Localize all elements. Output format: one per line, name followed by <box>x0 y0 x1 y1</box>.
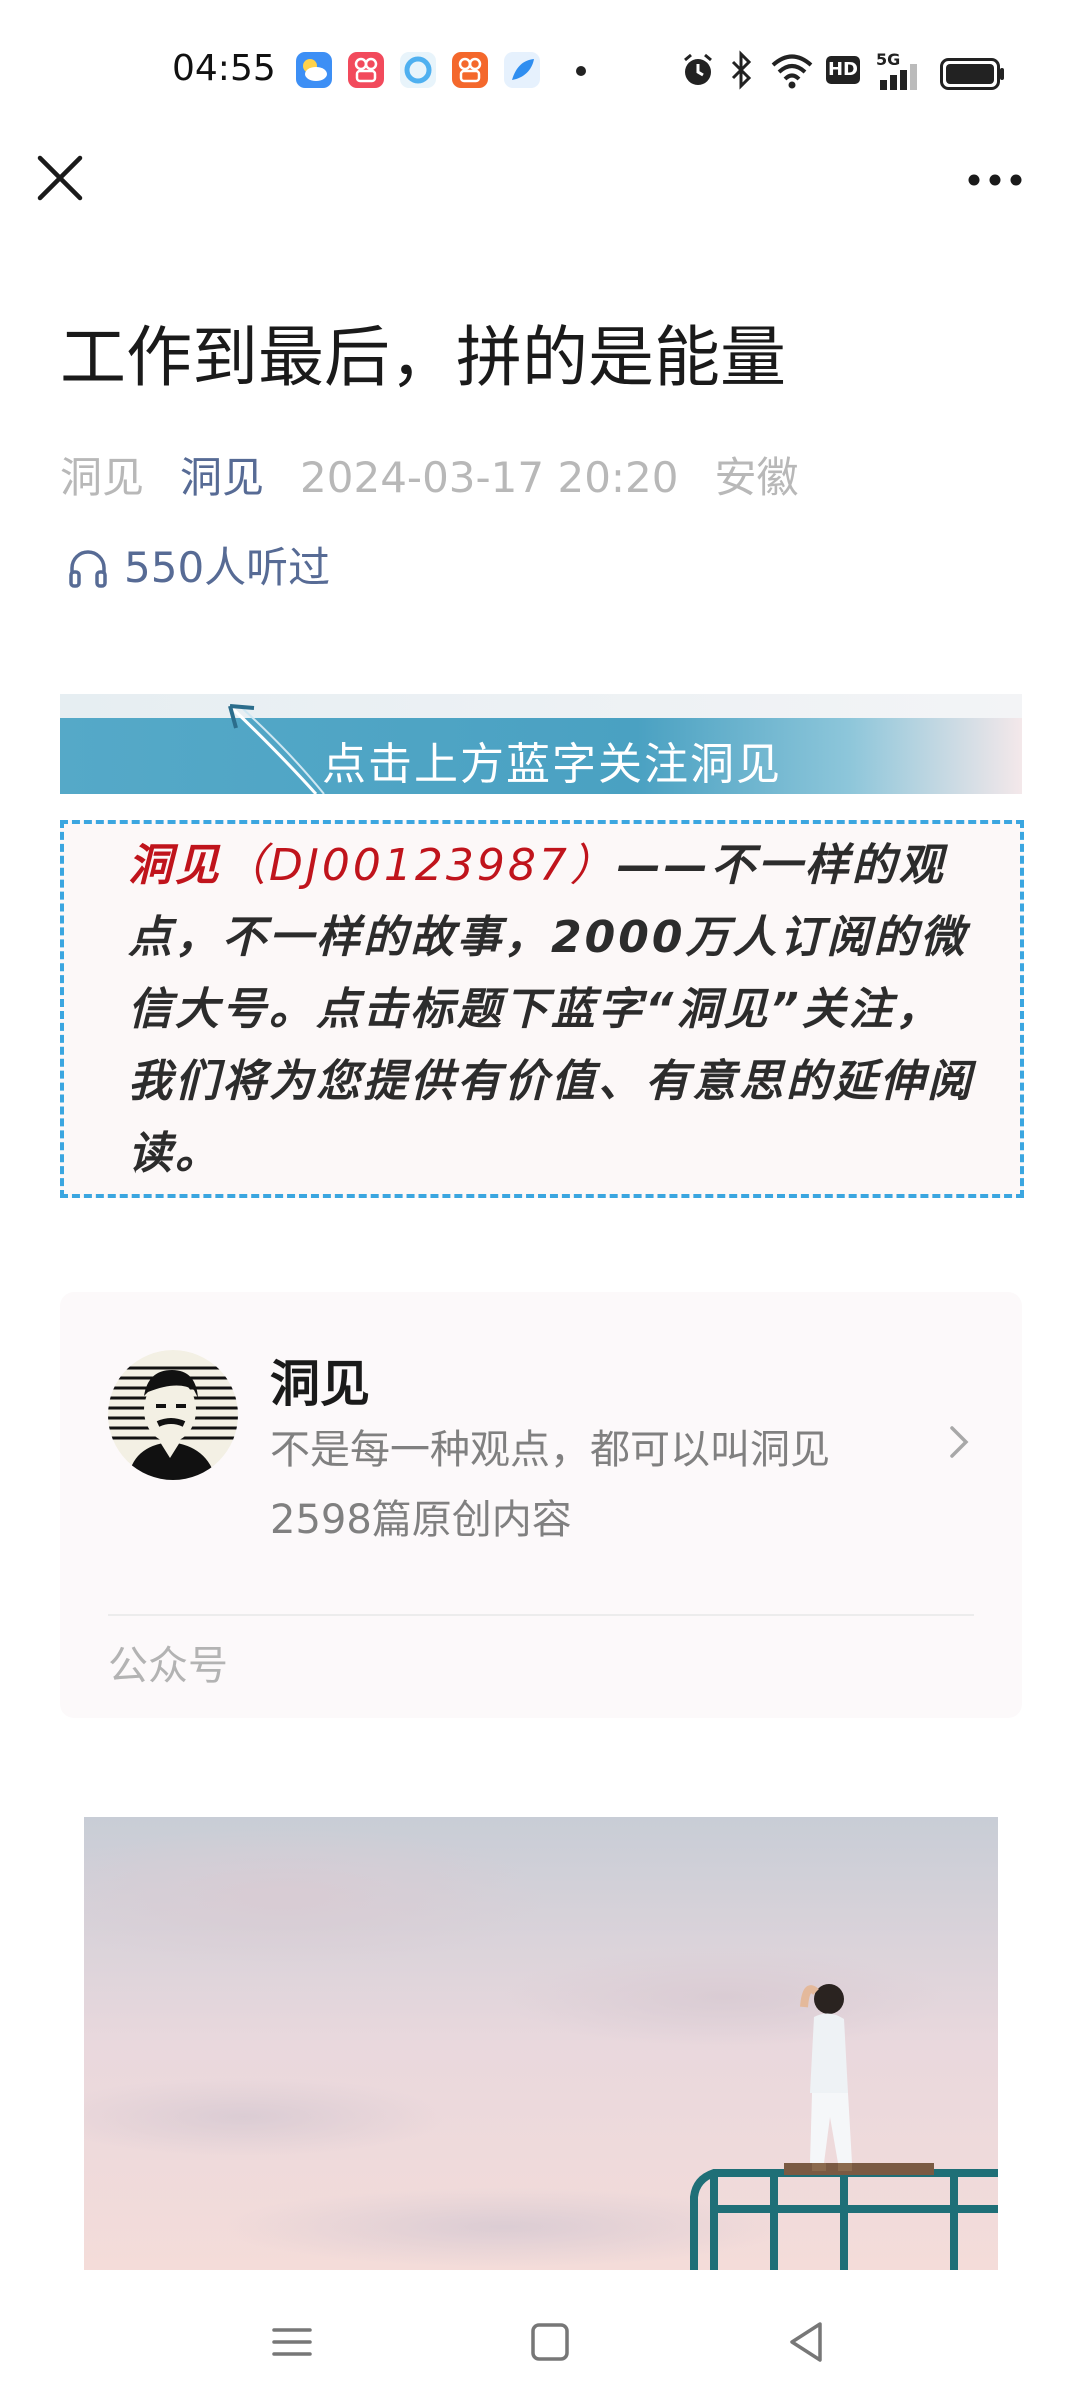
status-bar: 04:55 HD 5G <box>0 0 1080 140</box>
menu-nav-button[interactable] <box>262 2312 322 2372</box>
chevron-right-icon <box>950 1426 969 1458</box>
account-link[interactable]: 洞见 <box>180 453 264 502</box>
system-navigation-bar <box>0 2270 1080 2400</box>
article-location: 安徽 <box>714 453 799 502</box>
banner-top-strip <box>60 694 1022 718</box>
article-meta: 洞见 洞见 2024-03-17 20:20 安徽 <box>60 450 835 506</box>
close-button[interactable] <box>34 152 86 204</box>
back-triangle-icon <box>790 2322 822 2362</box>
intro-box: 洞见（DJ00123987）——不一样的观点，不一样的故事，2000万人订阅的微… <box>60 820 1024 1198</box>
account-description: 不是每一种观点，都可以叫洞见 <box>270 1427 830 1473</box>
article-author: 洞见 <box>60 453 145 502</box>
kuaishou-app-icon <box>348 52 384 88</box>
article-datetime: 2024-03-17 20:20 <box>300 453 679 502</box>
intro-id: （DJ00123987） <box>222 840 617 891</box>
close-icon <box>37 155 83 201</box>
feather-app-icon <box>504 52 540 88</box>
more-options-button[interactable] <box>960 160 1030 200</box>
wifi-icon <box>771 54 813 89</box>
status-time: 04:55 <box>172 48 276 89</box>
hd-icon: HD <box>826 56 860 84</box>
hd-label: HD <box>827 59 858 80</box>
5g-signal-icon: 5G <box>876 50 926 90</box>
kuaishou-app-icon <box>452 52 488 88</box>
intro-text: 洞见（DJ00123987）——不一样的观点，不一样的故事，2000万人订阅的微… <box>128 830 988 1190</box>
alarm-icon <box>684 53 712 85</box>
weather-app-icon <box>296 52 332 88</box>
back-nav-button[interactable] <box>778 2312 838 2372</box>
headphones-icon <box>69 550 107 588</box>
banner-text: 点击上方蓝字关注洞见 <box>322 739 782 790</box>
intro-name: 洞见 <box>128 840 222 891</box>
account-name: 洞见 <box>270 1355 370 1413</box>
browser-app-icon <box>400 52 436 88</box>
follow-banner: 点击上方蓝字关注洞见 <box>60 694 1022 794</box>
account-article-count: 2598篇原创内容 <box>270 1497 572 1543</box>
listen-count: 550人听过 <box>124 543 331 592</box>
notification-dot <box>576 66 586 76</box>
account-type-label: 公众号 <box>108 1643 228 1689</box>
home-square-icon <box>531 2323 569 2361</box>
card-divider <box>108 1614 974 1616</box>
listen-count-button[interactable]: 550人听过 <box>66 540 330 596</box>
account-card[interactable]: 洞见 不是每一种观点，都可以叫洞见 2598篇原创内容 公众号 <box>60 1292 1022 1718</box>
more-icon <box>968 174 1022 186</box>
article-photo <box>84 1817 998 2270</box>
menu-icon <box>272 2328 312 2356</box>
bluetooth-icon <box>731 50 752 90</box>
battery-icon <box>940 58 1004 90</box>
account-avatar <box>108 1350 238 1480</box>
article-title: 工作到最后，拼的是能量 <box>60 319 786 396</box>
home-nav-button[interactable] <box>520 2312 580 2372</box>
up-arrow-icon <box>228 704 325 794</box>
